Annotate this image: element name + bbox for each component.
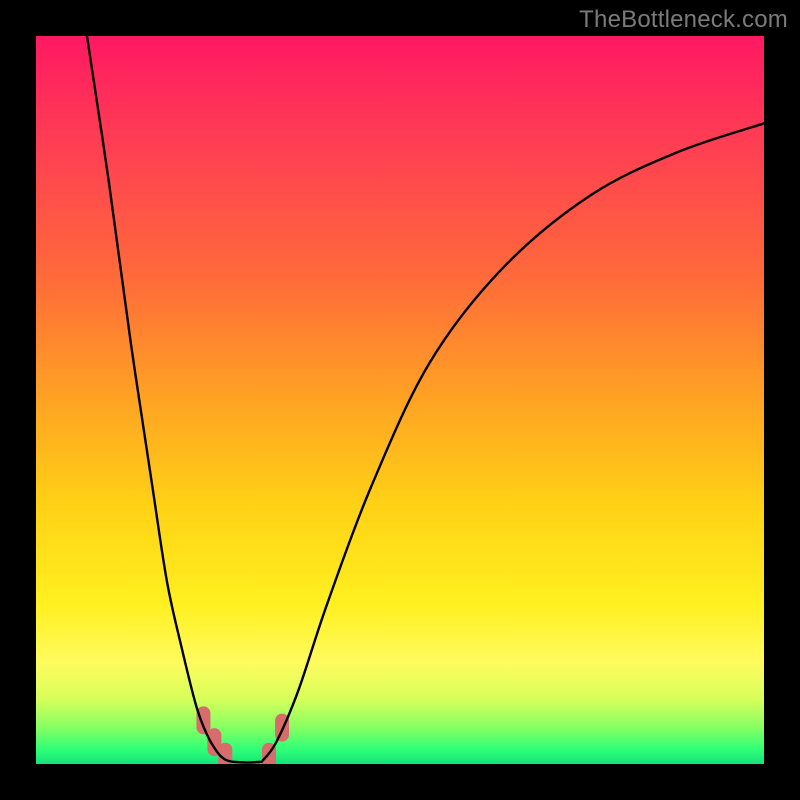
- plot-area: [36, 36, 764, 764]
- watermark-text: TheBottleneck.com: [579, 6, 788, 34]
- chart-frame: TheBottleneck.com: [0, 0, 800, 800]
- left-curve-path: [87, 36, 233, 762]
- right-curve-path: [262, 123, 764, 761]
- curve-layer: [36, 36, 764, 764]
- marker-group: [196, 706, 289, 764]
- valley-floor-path: [233, 762, 262, 763]
